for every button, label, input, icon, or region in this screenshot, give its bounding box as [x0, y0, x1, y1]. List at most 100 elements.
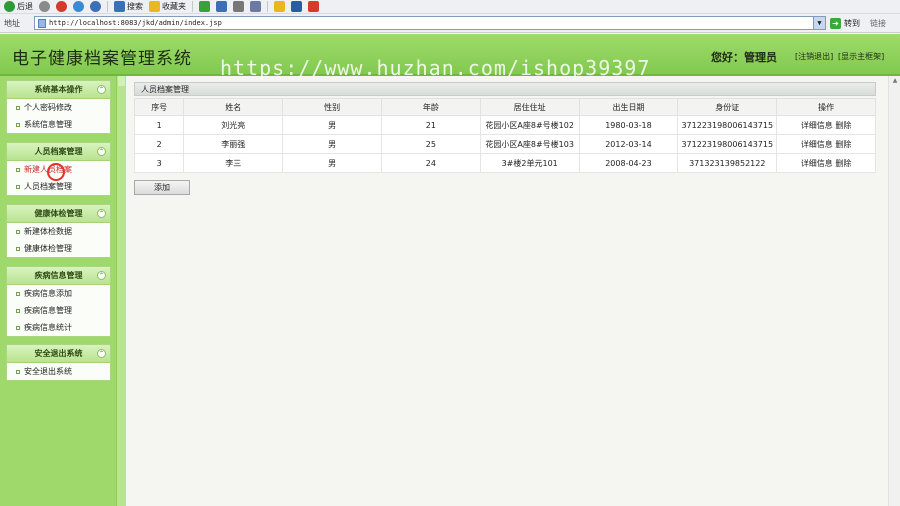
sidebar-group: 系统基本操作 ⌃ 个人密码修改 系统信息管理 — [6, 80, 111, 134]
sidebar-group: 安全退出系统 ⌃ 安全退出系统 — [6, 344, 111, 381]
collapse-icon[interactable]: ⌃ — [97, 349, 106, 358]
chevron-down-icon[interactable]: ▼ — [813, 17, 825, 29]
sidebar-group-header[interactable]: 人员档案管理 ⌃ — [7, 143, 110, 161]
links-label[interactable]: 链接 — [870, 18, 886, 29]
cell-no: 2 — [133, 134, 185, 154]
column-header: 出生日期 — [578, 98, 679, 116]
sidebar-item[interactable]: 疾病信息管理 — [7, 302, 110, 319]
cell-birth: 2012-03-14 — [578, 134, 679, 154]
table-row: 2 李丽强男 25 花园小区A座8#号楼103 2012-03-14 3712231980… — [133, 134, 876, 154]
sidebar-group-header[interactable]: 疾病信息管理 ⌃ — [7, 267, 110, 285]
cell-gender: 男 — [282, 153, 382, 173]
scroll-up-icon[interactable]: ▲ — [889, 76, 900, 86]
cell-name: 李丽强 — [183, 134, 284, 154]
sidebar-group: 健康体检管理 ⌃ 新建体检数据 健康体检管理 — [6, 204, 111, 258]
page-icon — [38, 18, 46, 28]
bullet-icon — [16, 229, 20, 234]
cell-actions: 详细信息 删除 — [776, 115, 876, 135]
click-indicator — [47, 163, 65, 181]
print-icon — [233, 1, 244, 12]
cell-id-card: 371323139852122 — [677, 153, 778, 173]
url-text: http://localhost:8083/jkd/admin/index.js… — [49, 19, 222, 27]
bullet-icon — [16, 308, 20, 313]
delete-link[interactable]: 删除 — [835, 159, 851, 168]
toolbar-button-home[interactable] — [90, 1, 101, 12]
table-row: 1 刘光亮男 21 花园小区A座8#号楼102 1980-03-18 3712231980… — [133, 115, 876, 135]
favorites-star-icon — [149, 1, 160, 12]
cell-no: 1 — [133, 115, 185, 135]
cell-id-card: 371223198006143715 — [677, 134, 778, 154]
column-header: 性别 — [282, 98, 382, 116]
table-header-row: 序号 姓名 性别 年龄 居住住址 出生日期 身份证 操作 — [133, 98, 876, 116]
cell-address: 花园小区A座8#号楼102 — [479, 115, 580, 135]
add-button[interactable]: 添加 — [134, 180, 190, 195]
refresh-icon — [73, 1, 84, 12]
toolbar-button-search[interactable]: 搜索 — [114, 1, 143, 12]
folder-icon — [274, 1, 285, 12]
cell-address: 花园小区A座8#号楼103 — [479, 134, 580, 154]
sidebar-item[interactable]: 系统信息管理 — [7, 116, 110, 133]
toolbar-button-forward-arrow[interactable] — [39, 1, 50, 12]
show-frame-link[interactable]: [显示主框架] — [838, 51, 884, 62]
cell-name: 刘光亮 — [183, 115, 284, 135]
bullet-icon — [16, 325, 20, 330]
toolbar-button-refresh[interactable] — [73, 1, 84, 12]
sidebar-group-header[interactable]: 系统基本操作 ⌃ — [7, 81, 110, 99]
cell-gender: 男 — [282, 134, 382, 154]
toolbar-button-edit[interactable] — [250, 1, 261, 12]
collapse-icon[interactable]: ⌃ — [97, 209, 106, 218]
detail-link[interactable]: 详细信息 — [801, 121, 833, 130]
sidebar-item[interactable]: 安全退出系统 — [7, 363, 110, 380]
collapse-icon[interactable]: ⌃ — [97, 271, 106, 280]
delete-link[interactable]: 删除 — [835, 140, 851, 149]
go-button[interactable]: ➔ 转到 — [830, 17, 860, 29]
column-header: 居住住址 — [479, 98, 580, 116]
sidebar-group-header[interactable]: 安全退出系统 ⌃ — [7, 345, 110, 363]
main-content: 人员档案管理 序号 姓名 性别 年龄 居住住址 出生日期 身份证 操作 1 刘光亮男 21 花园小区… — [133, 82, 876, 195]
cell-age: 21 — [380, 115, 481, 135]
toolbar-button-history[interactable] — [199, 1, 210, 12]
toolbar-button-folder[interactable] — [274, 1, 285, 12]
stop-icon — [56, 1, 67, 12]
toolbar-button-mail[interactable] — [216, 1, 227, 12]
toolbar-button-app[interactable] — [308, 1, 319, 12]
column-header: 操作 — [776, 98, 876, 116]
user-greeting: 您好：管理员 — [711, 51, 777, 64]
page-title: 电子健康档案管理系统 — [12, 49, 192, 69]
detail-link[interactable]: 详细信息 — [801, 159, 833, 168]
bullet-icon — [16, 246, 20, 251]
bullet-icon — [16, 369, 20, 374]
home-icon — [90, 1, 101, 12]
column-header: 身份证 — [677, 98, 778, 116]
toolbar-button-print[interactable] — [233, 1, 244, 12]
logout-link[interactable]: [注销退出] — [795, 51, 833, 62]
delete-link[interactable]: 删除 — [835, 121, 851, 130]
sidebar-item[interactable]: 健康体检管理 — [7, 240, 110, 257]
cell-no: 3 — [133, 153, 185, 173]
url-input[interactable]: http://localhost:8083/jkd/admin/index.js… — [34, 16, 826, 30]
cell-name: 李三 — [183, 153, 284, 173]
detail-link[interactable]: 详细信息 — [801, 140, 833, 149]
toolbar-button-stop[interactable] — [56, 1, 67, 12]
address-label: 地址 — [4, 18, 20, 28]
cell-address: 3#楼2单元101 — [479, 153, 580, 173]
sidebar-item[interactable]: 个人密码修改 — [7, 99, 110, 116]
sidebar-toggle-strip[interactable] — [116, 76, 126, 506]
scrollbar[interactable]: ▲ — [888, 76, 900, 506]
watermark: https://www.huzhan.com/ishop39397 — [220, 56, 651, 80]
sidebar-item[interactable]: 新建体检数据 — [7, 223, 110, 240]
toolbar-button-messenger[interactable] — [291, 1, 302, 12]
address-bar: 地址 http://localhost:8083/jkd/admin/index… — [0, 14, 900, 33]
sidebar-group-header[interactable]: 健康体检管理 ⌃ — [7, 205, 110, 223]
collapse-icon[interactable]: ⌃ — [97, 147, 106, 156]
browser-toolbar: 后退 搜索 收藏夹 — [0, 0, 900, 14]
collapse-icon[interactable]: ⌃ — [97, 85, 106, 94]
cell-id-card: 371223198006143715 — [677, 115, 778, 135]
app-icon — [308, 1, 319, 12]
bullet-icon — [16, 184, 20, 189]
toolbar-button-back-arrow[interactable]: 后退 — [4, 1, 33, 12]
toolbar-button-favorites-star[interactable]: 收藏夹 — [149, 1, 186, 12]
go-arrow-icon: ➔ — [830, 17, 841, 29]
sidebar-item[interactable]: 疾病信息统计 — [7, 319, 110, 336]
sidebar-item[interactable]: 疾病信息添加 — [7, 285, 110, 302]
